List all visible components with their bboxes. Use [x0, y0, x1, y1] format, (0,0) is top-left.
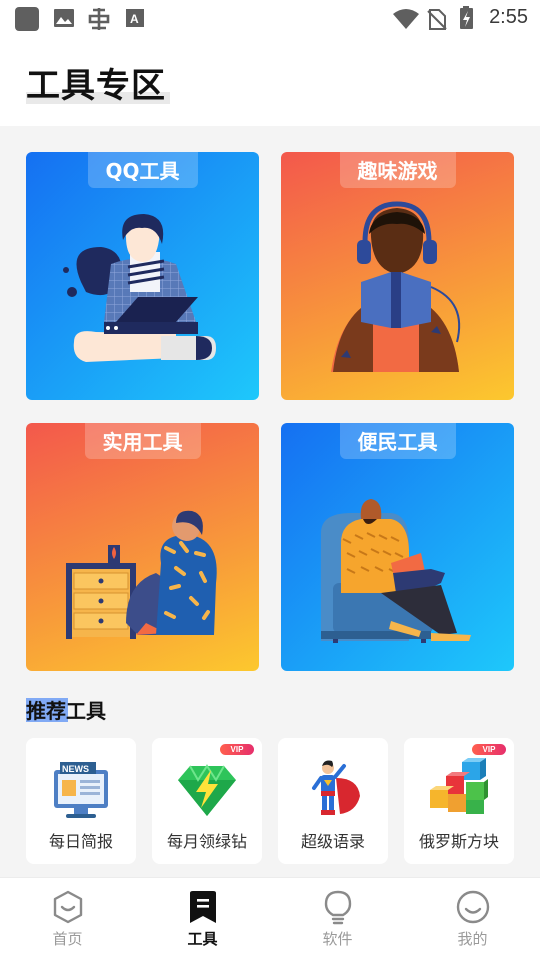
tool-item-label: 超级语录: [300, 832, 365, 851]
nav-label: 我的: [457, 930, 488, 948]
category-card-convenience-tools[interactable]: 便民工具: [281, 423, 514, 671]
category-card-qq-tools[interactable]: QQ工具: [26, 152, 259, 400]
bug-app-icon: [88, 8, 110, 30]
nav-label: 软件: [322, 930, 353, 948]
tetris-cubes-icon: [430, 758, 488, 814]
smile-face-icon: [456, 890, 489, 924]
tool-item-label: 每月领绿钻: [166, 832, 247, 851]
page-title: 工具专区: [26, 66, 166, 106]
superhero-icon: [312, 760, 360, 815]
wifi-icon: [393, 9, 419, 29]
category-card-label: 实用工具: [84, 423, 201, 459]
nav-item-tools[interactable]: 工具: [135, 878, 270, 960]
nav-label: 首页: [52, 930, 83, 948]
nav-item-home[interactable]: 首页: [0, 878, 135, 960]
recommend-section-title: 推荐工具: [26, 699, 106, 723]
category-card-label: QQ工具: [87, 152, 198, 188]
person-headphones-illustration: [331, 201, 461, 372]
person-armchair-reading-illustration: [321, 499, 471, 643]
vip-badge: VIP: [472, 744, 506, 755]
category-card-practical-tools[interactable]: 实用工具: [26, 423, 259, 671]
vip-badge: VIP: [220, 744, 254, 755]
page-header: 工具专区: [0, 36, 540, 126]
bottom-nav: 首页 工具 软件 我的: [0, 877, 540, 960]
category-card-label: 趣味游戏: [339, 152, 456, 188]
tool-item-daily-news[interactable]: NEWS 每日简报: [26, 738, 136, 864]
nav-item-mine[interactable]: 我的: [405, 878, 540, 960]
svg-text:NEWS: NEWS: [62, 764, 89, 774]
tool-item-super-quotes[interactable]: 超级语录: [278, 738, 388, 864]
no-sim-icon: [427, 9, 447, 30]
nav-label: 工具: [187, 930, 218, 948]
home-hexagon-icon: [53, 890, 82, 924]
green-diamond-icon: [178, 764, 236, 816]
tool-item-green-diamond[interactable]: VIP 每月领绿钻: [152, 738, 262, 864]
battery-charging-icon: [460, 6, 473, 29]
tool-item-label: 俄罗斯方块: [418, 832, 499, 851]
person-laptop-illustration: [63, 214, 216, 362]
nav-item-software[interactable]: 软件: [270, 878, 405, 960]
category-card-label: 便民工具: [339, 423, 456, 459]
svg-text:A: A: [130, 12, 139, 26]
tool-item-tetris[interactable]: VIP 俄罗斯方块: [404, 738, 514, 864]
app-square-icon: [15, 7, 39, 31]
status-time: 2:55: [489, 6, 528, 28]
tool-item-label: 每日简报: [48, 832, 113, 851]
tools-bookmark-icon: [189, 891, 216, 923]
news-monitor-icon: NEWS: [54, 762, 108, 818]
gallery-icon: [54, 9, 74, 27]
status-bar: A 2:55: [0, 0, 540, 36]
person-sitting-floor-illustration: [66, 510, 217, 639]
lightbulb-icon: [324, 890, 351, 925]
text-a-icon: A: [126, 9, 144, 27]
category-card-fun-games[interactable]: 趣味游戏: [281, 152, 514, 400]
